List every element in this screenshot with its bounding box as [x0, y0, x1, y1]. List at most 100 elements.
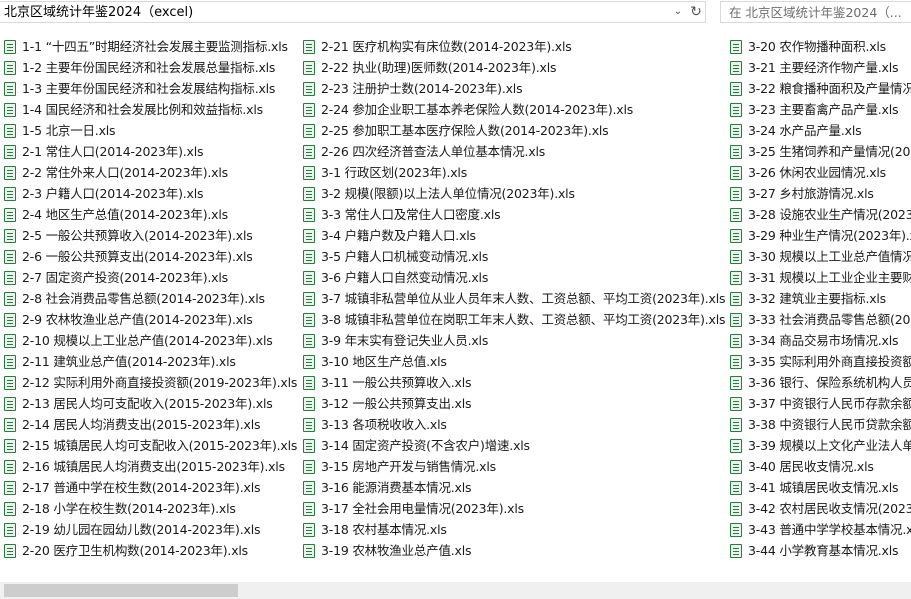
file-item[interactable]: 3-43 普通中学学校基本情况.xls: [730, 519, 911, 540]
file-item[interactable]: 2-10 规模以上工业总产值(2014-2023年).xls: [4, 330, 304, 351]
spreadsheet-file-icon: [730, 186, 742, 201]
file-item[interactable]: 3-42 农村居民收支情况(2023年).xls: [730, 498, 911, 519]
file-item[interactable]: 3-37 中资银行人民币存款余额.xls: [730, 393, 911, 414]
file-item[interactable]: 3-11 一般公共预算收入.xls: [303, 372, 723, 393]
file-item[interactable]: 3-40 居民收支情况.xls: [730, 456, 911, 477]
file-item[interactable]: 3-41 城镇居民收支情况.xls: [730, 477, 911, 498]
file-item[interactable]: 2-13 居民人均可支配收入(2015-2023年).xls: [4, 393, 304, 414]
file-item[interactable]: 2-15 城镇居民人均可支配收入(2015-2023年).xls: [4, 435, 304, 456]
file-item[interactable]: 3-44 小学教育基本情况.xls: [730, 540, 911, 561]
file-item[interactable]: 2-6 一般公共预算支出(2014-2023年).xls: [4, 246, 304, 267]
file-item[interactable]: 3-8 城镇非私营单位在岗职工年末人数、工资总额、平均工资(2023年).xls: [303, 309, 726, 330]
file-item[interactable]: 2-17 普通中学在校生数(2014-2023年).xls: [4, 477, 304, 498]
file-item[interactable]: 2-24 参加企业职工基本养老保险人数(2014-2023年).xls: [303, 99, 723, 120]
spreadsheet-file-icon: [4, 270, 16, 285]
file-item[interactable]: 3-16 能源消费基本情况.xls: [303, 477, 723, 498]
file-item[interactable]: 2-2 常住外来人口(2014-2023年).xls: [4, 162, 304, 183]
file-name: 2-3 户籍人口(2014-2023年).xls: [22, 186, 204, 201]
file-item[interactable]: 3-4 户籍户数及户籍人口.xls: [303, 225, 723, 246]
file-item[interactable]: 3-1 行政区划(2023年).xls: [303, 162, 723, 183]
file-item[interactable]: 3-10 地区生产总值.xls: [303, 351, 723, 372]
file-item[interactable]: 3-9 年末实有登记失业人员.xls: [303, 330, 723, 351]
file-name: 3-2 规模(限额)以上法人单位情况(2023年).xls: [321, 186, 575, 201]
file-item[interactable]: 2-11 建筑业总产值(2014-2023年).xls: [4, 351, 304, 372]
address-bar[interactable]: 北京区域统计年鉴2024（excel) ⌄ ↻: [0, 1, 706, 23]
file-item[interactable]: 2-4 地区生产总值(2014-2023年).xls: [4, 204, 304, 225]
file-item[interactable]: 3-14 固定资产投资(不含农户)增速.xls: [303, 435, 723, 456]
search-placeholder[interactable]: 在 北京区域统计年鉴2024（...: [729, 5, 902, 21]
file-item[interactable]: 3-13 各项税收收入.xls: [303, 414, 723, 435]
file-name: 2-13 居民人均可支配收入(2015-2023年).xls: [22, 396, 273, 411]
file-name: 2-25 参加职工基本医疗保险人数(2014-2023年).xls: [321, 123, 609, 138]
address-path[interactable]: 北京区域统计年鉴2024（excel): [4, 5, 193, 21]
file-item[interactable]: 2-20 医疗卫生机构数(2014-2023年).xls: [4, 540, 304, 561]
spreadsheet-file-icon: [730, 543, 742, 558]
file-item[interactable]: 3-17 全社会用电量情况(2023年).xls: [303, 498, 723, 519]
file-item[interactable]: 1-5 北京一日.xls: [4, 120, 304, 141]
spreadsheet-file-icon: [730, 438, 742, 453]
file-item[interactable]: 3-2 规模(限额)以上法人单位情况(2023年).xls: [303, 183, 723, 204]
file-item[interactable]: 3-39 规模以上文化产业法人单位情况.xls: [730, 435, 911, 456]
file-item[interactable]: 3-22 粮食播种面积及产量情况.xls: [730, 78, 911, 99]
file-item[interactable]: 2-25 参加职工基本医疗保险人数(2014-2023年).xls: [303, 120, 723, 141]
file-item[interactable]: 3-25 生猪饲养和产量情况(2023年).xls: [730, 141, 911, 162]
file-item[interactable]: 2-7 固定资产投资(2014-2023年).xls: [4, 267, 304, 288]
file-item[interactable]: 2-22 执业(助理)医师数(2014-2023年).xls: [303, 57, 723, 78]
horizontal-scrollbar[interactable]: [0, 582, 911, 599]
file-item[interactable]: 3-23 主要畜禽产品产量.xls: [730, 99, 911, 120]
file-item[interactable]: 3-18 农村基本情况.xls: [303, 519, 723, 540]
file-item[interactable]: 3-12 一般公共预算支出.xls: [303, 393, 723, 414]
file-item[interactable]: 3-20 农作物播种面积.xls: [730, 36, 911, 57]
file-item[interactable]: 2-12 实际利用外商直接投资额(2019-2023年).xls: [4, 372, 304, 393]
chevron-down-icon[interactable]: ⌄: [670, 2, 686, 22]
file-item[interactable]: 3-15 房地产开发与销售情况.xls: [303, 456, 723, 477]
search-box[interactable]: 在 北京区域统计年鉴2024（...: [720, 1, 911, 23]
file-item[interactable]: 3-28 设施农业生产情况(2023年).xls: [730, 204, 911, 225]
file-item[interactable]: 3-21 主要经济作物产量.xls: [730, 57, 911, 78]
file-item[interactable]: 2-14 居民人均消费支出(2015-2023年).xls: [4, 414, 304, 435]
file-item[interactable]: 1-3 主要年份国民经济和社会发展结构指标.xls: [4, 78, 304, 99]
file-item[interactable]: 3-31 规模以上工业企业主要财务指标.xls: [730, 267, 911, 288]
file-item[interactable]: 2-9 农林牧渔业总产值(2014-2023年).xls: [4, 309, 304, 330]
file-item[interactable]: 3-5 户籍人口机械变动情况.xls: [303, 246, 723, 267]
file-item[interactable]: 2-23 注册护士数(2014-2023年).xls: [303, 78, 723, 99]
file-name: 2-19 幼儿园在园幼儿数(2014-2023年).xls: [22, 522, 261, 537]
file-item[interactable]: 3-26 休闲农业园情况.xls: [730, 162, 911, 183]
file-item[interactable]: 3-7 城镇非私营单位从业人员年末人数、工资总额、平均工资(2023年).xls: [303, 288, 726, 309]
file-item[interactable]: 2-5 一般公共预算收入(2014-2023年).xls: [4, 225, 304, 246]
file-item[interactable]: 3-27 乡村旅游情况.xls: [730, 183, 911, 204]
file-name: 2-6 一般公共预算支出(2014-2023年).xls: [22, 249, 253, 264]
file-item[interactable]: 1-2 主要年份国民经济和社会发展总量指标.xls: [4, 57, 304, 78]
file-item[interactable]: 3-35 实际利用外商直接投资额.xls: [730, 351, 911, 372]
spreadsheet-file-icon: [4, 480, 16, 495]
file-name: 3-30 规模以上工业总产值情况.xls: [748, 249, 911, 264]
file-item[interactable]: 3-24 水产品产量.xls: [730, 120, 911, 141]
file-item[interactable]: 2-19 幼儿园在园幼儿数(2014-2023年).xls: [4, 519, 304, 540]
scrollbar-thumb[interactable]: [4, 584, 238, 597]
file-item[interactable]: 3-38 中资银行人民币贷款余额.xls: [730, 414, 911, 435]
file-item[interactable]: 3-36 银行、保险系统机构人员情况.xls: [730, 372, 911, 393]
file-item[interactable]: 3-30 规模以上工业总产值情况.xls: [730, 246, 911, 267]
file-item[interactable]: 3-6 户籍人口自然变动情况.xls: [303, 267, 723, 288]
file-item[interactable]: 2-1 常住人口(2014-2023年).xls: [4, 141, 304, 162]
file-item[interactable]: 2-16 城镇居民人均消费支出(2015-2023年).xls: [4, 456, 304, 477]
file-item[interactable]: 3-29 种业生产情况(2023年).xls: [730, 225, 911, 246]
file-item[interactable]: 3-34 商品交易市场情况.xls: [730, 330, 911, 351]
file-item[interactable]: 2-18 小学在校生数(2014-2023年).xls: [4, 498, 304, 519]
spreadsheet-file-icon: [303, 501, 315, 516]
file-item[interactable]: 3-33 社会消费品零售总额(2023年).xls: [730, 309, 911, 330]
file-item[interactable]: 2-26 四次经济普查法人单位基本情况.xls: [303, 141, 723, 162]
file-item[interactable]: 1-1 “十四五”时期经济社会发展主要监测指标.xls: [4, 36, 304, 57]
file-item[interactable]: 1-4 国民经济和社会发展比例和效益指标.xls: [4, 99, 304, 120]
file-item[interactable]: 2-3 户籍人口(2014-2023年).xls: [4, 183, 304, 204]
file-name: 2-11 建筑业总产值(2014-2023年).xls: [22, 354, 236, 369]
file-item[interactable]: 3-19 农林牧渔业总产值.xls: [303, 540, 723, 561]
refresh-icon[interactable]: ↻: [687, 2, 705, 22]
file-item[interactable]: 2-8 社会消费品零售总额(2014-2023年).xls: [4, 288, 304, 309]
spreadsheet-file-icon: [730, 312, 742, 327]
file-item[interactable]: 3-3 常住人口及常住人口密度.xls: [303, 204, 723, 225]
file-item[interactable]: 2-21 医疗机构实有床位数(2014-2023年).xls: [303, 36, 723, 57]
file-item[interactable]: 3-32 建筑业主要指标.xls: [730, 288, 911, 309]
file-name: 1-5 北京一日.xls: [22, 123, 116, 138]
file-name: 3-31 规模以上工业企业主要财务指标.xls: [748, 270, 911, 285]
